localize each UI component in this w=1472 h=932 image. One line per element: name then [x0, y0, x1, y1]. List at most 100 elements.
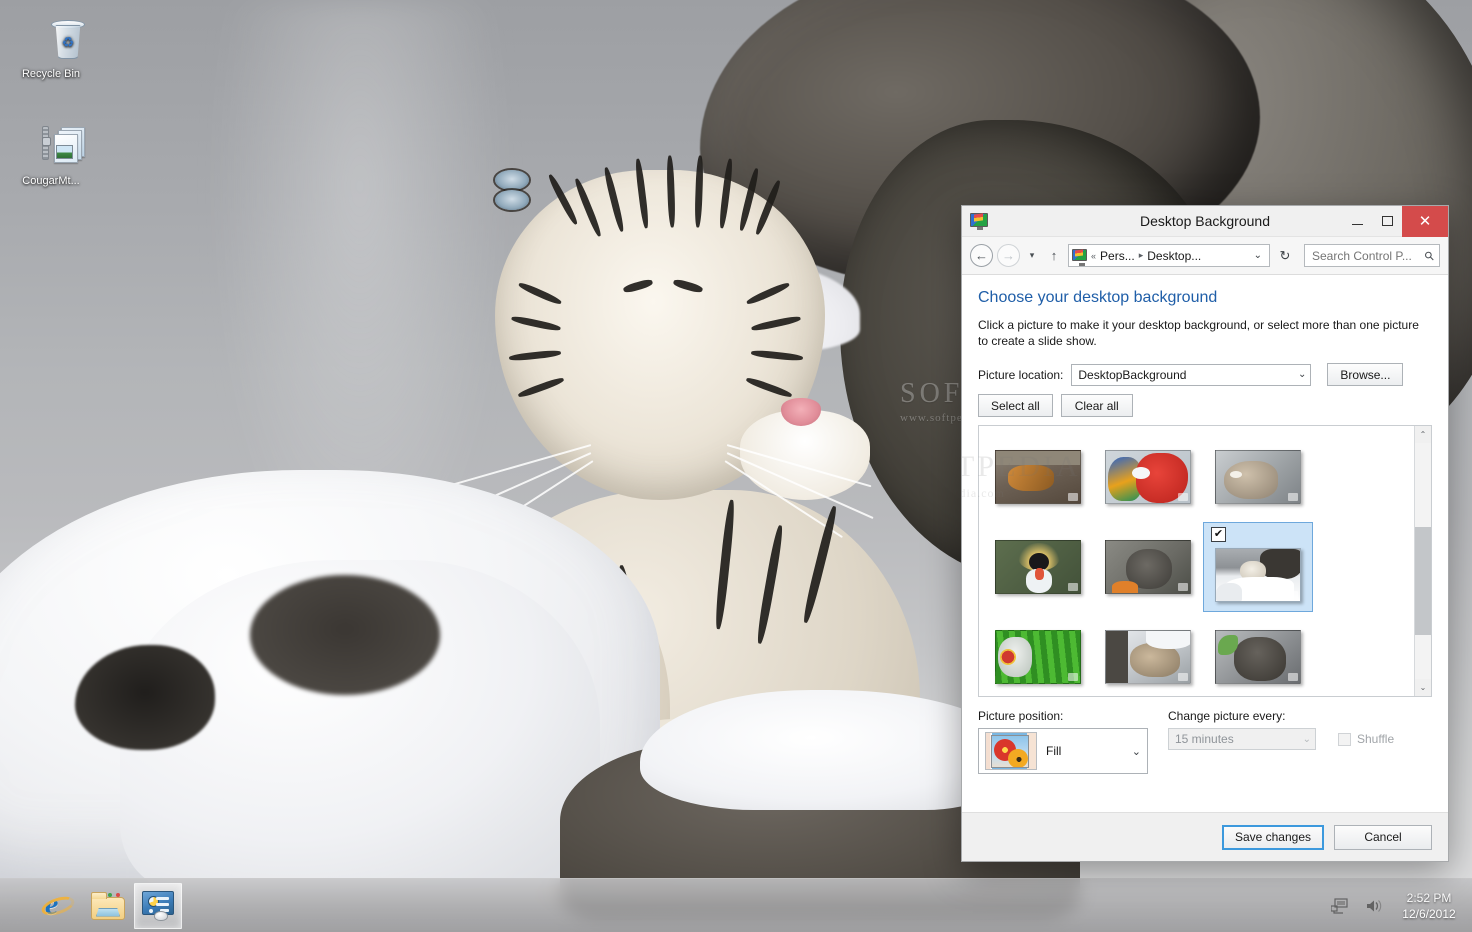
picture-options: Picture position: Fill ⌄ Change picture …	[978, 709, 1432, 774]
thumbnail-tiger-on-rocks	[995, 450, 1081, 504]
system-tray: 2:52 PM 12/6/2012	[1330, 879, 1472, 932]
scrollbar-track[interactable]	[1414, 443, 1431, 679]
desktop-background-window[interactable]: Desktop Background ✕ ← → ▾ ↑ « Pers... ▸	[961, 205, 1449, 862]
thumbnail-green-parrot-foliage	[995, 630, 1081, 684]
picture-location-label: Picture location:	[978, 367, 1064, 382]
clock-time: 2:52 PM	[1406, 890, 1452, 905]
picture-location-value: DesktopBackground	[1078, 367, 1187, 382]
change-picture-label: Change picture every:	[1168, 709, 1286, 723]
chevron-down-icon: ⌄	[1302, 733, 1311, 745]
taskbar: e 2:52 PM 12/6/2012	[0, 878, 1472, 932]
file-explorer-icon	[91, 891, 125, 920]
breadcrumb-desktop-background[interactable]: Desktop...	[1147, 249, 1201, 263]
picture-position-value: Fill	[1046, 744, 1062, 758]
thumbnail-grid: ✔	[979, 426, 1414, 696]
internet-explorer-icon: e	[39, 889, 77, 921]
page-title: Choose your desktop background	[978, 289, 1218, 306]
picture-location-select[interactable]: DesktopBackground ⌄	[1071, 363, 1312, 386]
desktop-icon-recycle-bin[interactable]: ♻ Recycle Bin	[6, 18, 96, 81]
navigation-toolbar: ← → ▾ ↑ « Pers... ▸ Desktop... ⌄ ↻ ⚲	[962, 237, 1448, 275]
thumbnail-item[interactable]	[1203, 432, 1313, 522]
taskbar-buttons: e	[0, 879, 182, 932]
thumbnail-cougar-profile	[1215, 450, 1301, 504]
scroll-up-button[interactable]: ⌃	[1414, 426, 1431, 443]
chevron-down-icon: ⌄	[1298, 369, 1307, 380]
breadcrumb-overflow[interactable]: «	[1091, 251, 1096, 261]
thumbnail-crowned-crane	[995, 540, 1081, 594]
zip-archive-icon	[6, 125, 96, 171]
recycle-bin-icon: ♻	[6, 18, 96, 64]
thumbnail-item[interactable]	[983, 432, 1093, 522]
taskbar-button-control-panel[interactable]	[134, 882, 182, 929]
window-footer: Save changes Cancel	[962, 812, 1448, 861]
taskbar-button-file-explorer[interactable]	[84, 883, 132, 929]
thumbnail-wallaby-grey	[1105, 540, 1191, 594]
clock-date: 12/6/2012	[1402, 906, 1456, 921]
minimize-button[interactable]	[1342, 206, 1372, 237]
change-picture-value: 15 minutes	[1175, 732, 1234, 746]
desktop-icon-label: CougarMt...	[22, 175, 80, 187]
selection-buttons-row: Select all Clear all	[978, 394, 1432, 417]
personalization-monitor-icon	[1072, 249, 1087, 266]
shuffle-option[interactable]: Shuffle	[1338, 732, 1394, 746]
picture-position-label: Picture position:	[978, 709, 1064, 723]
save-changes-button[interactable]: Save changes	[1221, 824, 1324, 850]
scroll-down-button[interactable]: ⌄	[1414, 679, 1431, 696]
select-all-button[interactable]: Select all	[978, 394, 1053, 417]
maximize-button[interactable]	[1372, 206, 1402, 237]
taskbar-clock[interactable]: 2:52 PM 12/6/2012	[1398, 890, 1460, 922]
address-bar[interactable]: « Pers... ▸ Desktop... ⌄	[1068, 244, 1270, 267]
thumbnail-white-tiger-in-snow	[1215, 548, 1301, 602]
thumbnail-item[interactable]	[1093, 522, 1203, 612]
thumbnail-checkbox[interactable]: ✔	[1211, 527, 1226, 542]
picture-position-preview-icon	[985, 732, 1037, 770]
window-titlebar[interactable]: Desktop Background ✕	[962, 205, 1448, 237]
search-input[interactable]	[1310, 247, 1426, 264]
thumbnail-item[interactable]	[983, 522, 1093, 612]
page-description: Click a picture to make it your desktop …	[978, 318, 1419, 348]
network-icon[interactable]	[1330, 896, 1350, 916]
thumbnail-item[interactable]	[1093, 432, 1203, 522]
change-picture-group: Change picture every: 15 minutes ⌄ Shuff…	[1168, 709, 1432, 774]
desktop-screen: SOFTPEDIA www.softpedia.com ♻ Recycle Bi…	[0, 0, 1472, 932]
browse-button[interactable]: Browse...	[1327, 363, 1404, 386]
scrollbar-thumb[interactable]	[1414, 527, 1431, 635]
thumbnail-macaws	[1105, 450, 1191, 504]
wallpaper-rock-hole-2	[250, 575, 440, 695]
thumbnail-item-selected[interactable]: ✔	[1203, 522, 1313, 612]
shuffle-label: Shuffle	[1357, 732, 1395, 746]
thumbnail-scrollbar[interactable]: ⌃ ⌄	[1414, 426, 1431, 696]
thumbnail-wallaby-closeup	[1215, 630, 1301, 684]
recent-locations-icon[interactable]: ▾	[1024, 245, 1040, 267]
taskbar-button-internet-explorer[interactable]: e	[34, 883, 82, 929]
thumbnail-cougar-in-snow	[1105, 630, 1191, 684]
wallpaper-thumbnail-list[interactable]: ✔ ⌃ ⌄	[978, 425, 1432, 697]
breadcrumb-separator: ▸	[1138, 250, 1144, 260]
up-button[interactable]: ↑	[1044, 245, 1064, 267]
control-panel-icon	[141, 890, 175, 921]
cancel-button[interactable]: Cancel	[1334, 824, 1432, 850]
back-button[interactable]: ←	[970, 244, 993, 267]
breadcrumb-personalization[interactable]: Pers...	[1100, 249, 1135, 263]
window-controls: ✕	[1342, 205, 1448, 237]
picture-location-row: Picture location: DesktopBackground ⌄ Br…	[978, 363, 1432, 386]
shuffle-checkbox[interactable]	[1338, 732, 1351, 746]
thumbnail-item[interactable]	[1093, 612, 1203, 696]
picture-position-group: Picture position: Fill ⌄	[978, 709, 1168, 774]
forward-button[interactable]: →	[997, 244, 1020, 267]
desktop-icon-label: Recycle Bin	[21, 68, 81, 80]
thumbnail-item[interactable]	[1203, 612, 1313, 696]
chevron-down-icon: ⌄	[1131, 745, 1141, 758]
close-button[interactable]: ✕	[1402, 205, 1448, 237]
clear-all-button[interactable]: Clear all	[1060, 394, 1133, 417]
window-content: SOFTPEDIA www.softpedia.com Choose your …	[962, 275, 1448, 812]
refresh-button[interactable]: ↻	[1274, 244, 1296, 267]
picture-position-select[interactable]: Fill ⌄	[978, 728, 1148, 774]
speaker-icon[interactable]	[1364, 896, 1384, 916]
search-box[interactable]: ⚲	[1304, 244, 1440, 267]
thumbnail-item[interactable]	[983, 612, 1093, 696]
desktop-icon-cougarmt[interactable]: CougarMt...	[6, 125, 96, 188]
change-picture-interval-select[interactable]: 15 minutes ⌄	[1168, 728, 1316, 750]
personalization-monitor-icon	[970, 213, 988, 230]
chevron-down-icon[interactable]: ⌄	[1250, 250, 1266, 261]
